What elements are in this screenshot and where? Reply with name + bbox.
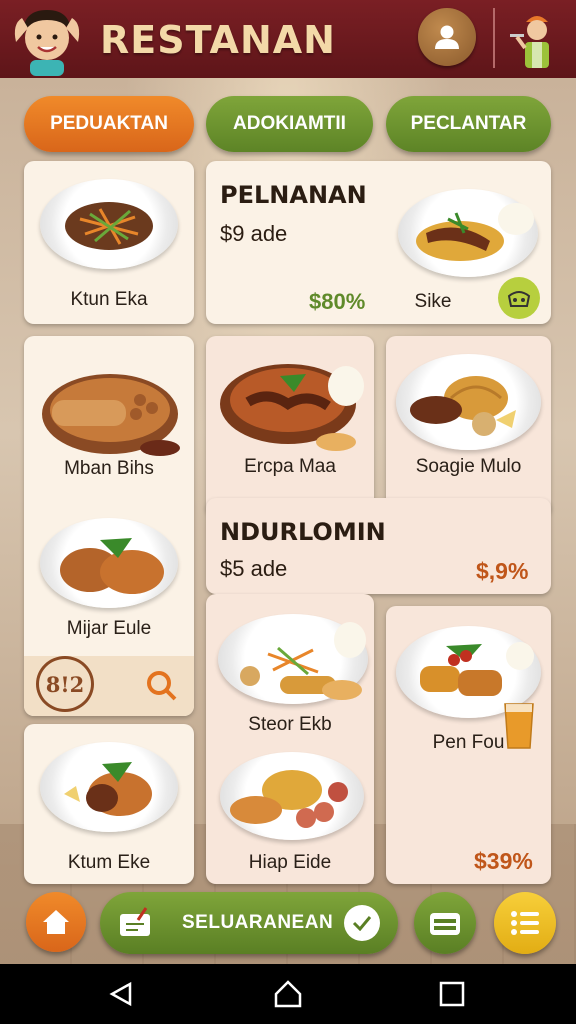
featured-discount: $,9%	[476, 558, 529, 584]
tab-peduaktan[interactable]: PEDUAKTAN	[24, 96, 194, 152]
home-icon	[43, 910, 69, 934]
home-outline-icon[interactable]	[272, 978, 304, 1010]
dish-label: Steor Ekb	[248, 714, 332, 735]
dish-label: Mijar Eule	[66, 618, 152, 639]
search-icon[interactable]	[144, 668, 178, 702]
featured-price: $5 ade	[220, 556, 288, 581]
home-button[interactable]	[26, 892, 86, 952]
profile-button[interactable]	[418, 8, 476, 66]
menu-button[interactable]	[494, 892, 556, 954]
dish-card-ktun-eka[interactable]: Ktun Eka	[24, 161, 194, 324]
tag-icon	[116, 904, 156, 942]
header-divider	[493, 8, 495, 68]
dish-price: $39%	[474, 848, 533, 874]
featured-title: NDURLOMIN	[220, 518, 386, 546]
dish-image	[220, 752, 364, 840]
dish-card-soagie-mulo[interactable]: Soagie Mulo	[386, 336, 551, 516]
tab-peclantar[interactable]: PECLANTAR	[386, 96, 551, 152]
dish-image	[40, 742, 178, 832]
dish-card-pen-fou[interactable]: Pen Fou $39%	[386, 606, 551, 884]
dish-label: Hiap Eide	[248, 852, 332, 873]
featured-discount: $80%	[309, 289, 366, 314]
wallet-button[interactable]	[414, 892, 476, 954]
app-title: RESTANAN	[100, 18, 336, 62]
seluaranean-label: SELUARANEAN	[182, 912, 334, 933]
woman-avatar-icon[interactable]	[8, 2, 86, 76]
tab-adokiamtii[interactable]: ADOKIAMTII	[206, 96, 373, 152]
dish-label: Mban Bihs	[64, 458, 154, 479]
dish-label: Ktun Eka	[70, 289, 148, 310]
dish-label: Pen Fou	[432, 732, 505, 753]
back-icon[interactable]	[106, 978, 138, 1010]
app-header: RESTANAN	[0, 0, 576, 78]
check-icon	[344, 905, 380, 941]
dish-image	[398, 189, 538, 277]
user-icon	[435, 25, 459, 49]
dish-image	[218, 352, 368, 452]
dish-label: Ercpa Maa	[244, 456, 336, 477]
wallet-icon	[430, 913, 460, 935]
seluaranean-button[interactable]: SELUARANEAN	[100, 892, 398, 954]
featured-title: PELNANAN	[220, 181, 367, 209]
rating-badge[interactable]: 8!2	[36, 656, 94, 712]
featured-card-pelnanan[interactable]: PELNANAN $9 ade $80% Sike	[206, 161, 551, 324]
dish-card-column-middle[interactable]: Steor Ekb Hiap Eide	[206, 594, 374, 884]
dish-image	[40, 356, 182, 456]
rice-cooker-icon[interactable]	[498, 277, 540, 319]
dish-label: Ktum Eke	[67, 852, 151, 873]
dish-image	[40, 179, 178, 269]
system-navigation-bar	[0, 964, 576, 1024]
dish-label: Soagie Mulo	[415, 456, 522, 477]
featured-card-ndurlomin[interactable]: NDURLOMIN $5 ade $,9%	[206, 498, 551, 594]
dish-card-ercpa-maa[interactable]: Ercpa Maa	[206, 336, 374, 516]
dish-image	[396, 354, 541, 450]
dish-card-ktum-eke[interactable]: Ktum Eke	[24, 724, 194, 884]
dish-card-column[interactable]: Mban Bihs Mijar Eule 8!2	[24, 336, 194, 716]
dish-image	[218, 614, 368, 704]
side-label: Sike	[414, 291, 452, 312]
featured-price: $9 ade	[220, 221, 288, 246]
recents-icon[interactable]	[436, 978, 468, 1010]
dish-image	[40, 518, 178, 608]
list-icon	[511, 911, 539, 935]
waiter-icon[interactable]	[508, 8, 566, 70]
